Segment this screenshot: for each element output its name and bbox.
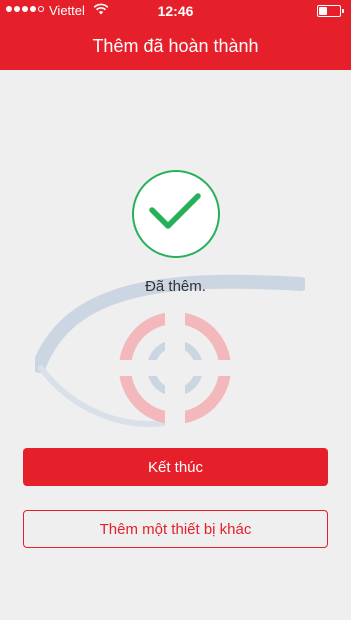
page-title: Thêm đã hoàn thành	[92, 36, 259, 56]
main-content: Đã thêm. Kết thúc Thêm một thiết bị khác	[0, 70, 351, 620]
add-another-device-button[interactable]: Thêm một thiết bị khác	[23, 510, 328, 548]
battery-icon	[317, 5, 344, 17]
status-time: 12:46	[157, 3, 194, 19]
header-bar: Viettel 12:46 Thêm đã hoàn thành	[0, 0, 351, 70]
success-check-icon	[132, 170, 220, 258]
success-message: Đã thêm.	[145, 278, 206, 295]
status-bar: Viettel 12:46	[0, 0, 351, 22]
finish-button[interactable]: Kết thúc	[23, 448, 328, 486]
